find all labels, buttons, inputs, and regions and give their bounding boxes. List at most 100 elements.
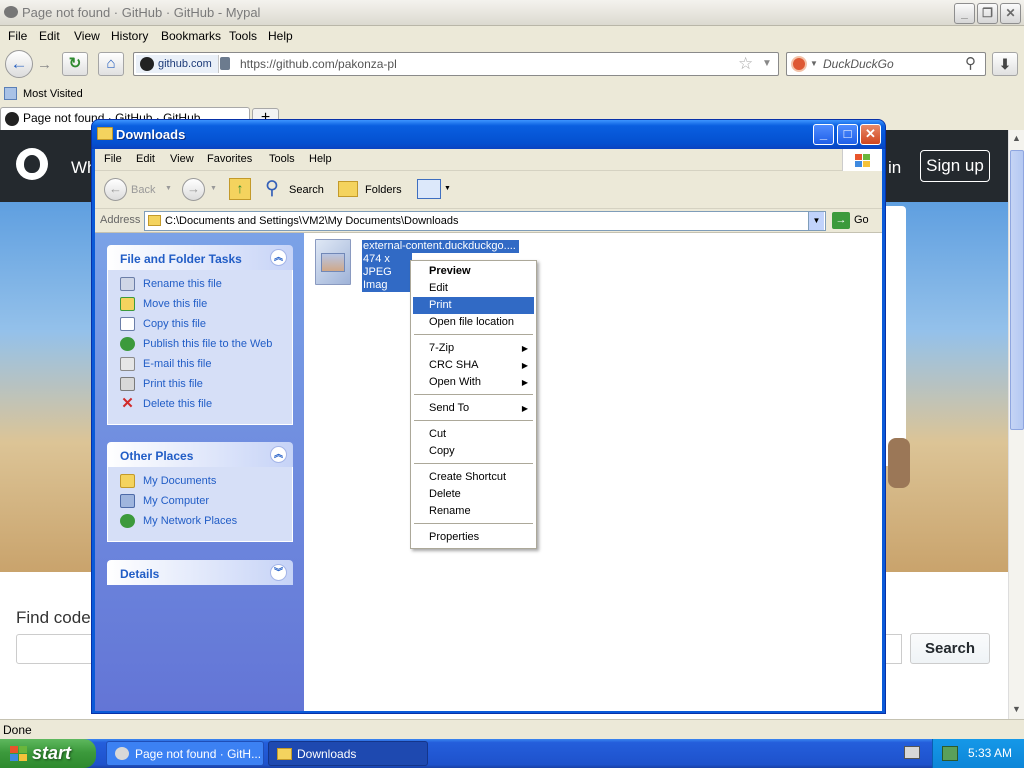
github-search-button[interactable]: Search (910, 633, 990, 664)
url-bar[interactable]: github.com https://github.com/pakonza-pl… (133, 52, 779, 76)
jpeg-file-icon[interactable] (315, 239, 351, 285)
most-visited-link[interactable]: Most Visited (23, 88, 83, 100)
file-folder-tasks-header[interactable]: File and Folder Tasks ︽ (107, 245, 293, 270)
browser-menubar: File Edit View History Bookmarks Tools H… (0, 26, 1024, 46)
explorer-titlebar[interactable]: Downloads _ □ ✕ (92, 120, 885, 149)
clock[interactable]: 5:33 AM (968, 746, 1012, 760)
reload-icon[interactable]: ↻ (62, 52, 88, 76)
explorer-menu-help[interactable]: Help (309, 153, 332, 165)
menu-item-send-to[interactable]: Send To ▶ (413, 400, 534, 417)
publish-file-link[interactable]: Publish this file to the Web (120, 336, 292, 356)
search-engine-dropdown-icon[interactable]: ▼ (810, 59, 818, 68)
forward-arrow-icon[interactable]: → (37, 56, 52, 73)
back-icon[interactable]: ← (104, 178, 127, 201)
rename-file-link[interactable]: Rename this file (120, 276, 292, 296)
keyboard-tray-icon[interactable] (904, 746, 920, 759)
email-file-link[interactable]: E-mail this file (120, 356, 292, 376)
menu-item-preview[interactable]: Preview (413, 263, 534, 280)
menu-tools[interactable]: Tools (229, 29, 257, 43)
folders-button-label[interactable]: Folders (365, 184, 402, 196)
my-computer-link[interactable]: My Computer (120, 493, 292, 513)
address-dropdown-icon[interactable]: ▼ (808, 212, 824, 230)
expand-chevron-icon[interactable]: ︾ (270, 564, 287, 581)
other-places-header[interactable]: Other Places ︽ (107, 442, 293, 467)
menu-item-crc-sha[interactable]: CRC SHA ▶ (413, 357, 534, 374)
menu-file[interactable]: File (8, 29, 27, 43)
bookmark-star-icon[interactable]: ☆ (738, 54, 753, 74)
scroll-up-icon[interactable]: ▲ (1012, 133, 1021, 143)
github-logo-icon[interactable] (16, 148, 48, 180)
find-code-input[interactable] (16, 634, 96, 664)
go-button-label[interactable]: Go (854, 214, 869, 226)
search-button-label[interactable]: Search (289, 184, 324, 196)
scroll-thumb[interactable] (1010, 150, 1024, 430)
explorer-close-button[interactable]: ✕ (860, 124, 881, 145)
up-folder-icon[interactable]: ↑ (229, 178, 251, 200)
menu-item-create-shortcut[interactable]: Create Shortcut (413, 469, 534, 486)
copy-file-link[interactable]: Copy this file (120, 316, 292, 336)
menu-item-rename[interactable]: Rename (413, 503, 534, 520)
scroll-down-icon[interactable]: ▼ (1012, 704, 1021, 714)
close-button[interactable]: ✕ (1000, 3, 1021, 24)
views-dropdown-icon[interactable]: ▼ (444, 185, 451, 192)
menu-history[interactable]: History (111, 29, 148, 43)
delete-file-link[interactable]: ✕ Delete this file (120, 396, 292, 416)
menu-help[interactable]: Help (268, 29, 293, 43)
forward-dropdown-icon[interactable]: ▼ (210, 185, 217, 192)
dropdown-arrow-icon[interactable]: ▼ (762, 58, 772, 69)
explorer-menu-favorites[interactable]: Favorites (207, 153, 252, 165)
menu-bookmarks[interactable]: Bookmarks (161, 29, 221, 43)
explorer-maximize-button[interactable]: □ (837, 124, 858, 145)
menu-item-cut[interactable]: Cut (413, 426, 534, 443)
menu-item-delete[interactable]: Delete (413, 486, 534, 503)
print-file-link[interactable]: Print this file (120, 376, 292, 396)
my-network-places-link[interactable]: My Network Places (120, 513, 292, 533)
my-documents-link[interactable]: My Documents (120, 473, 292, 493)
back-button-label[interactable]: Back (131, 184, 155, 196)
menu-item-copy[interactable]: Copy (413, 443, 534, 460)
site-identity[interactable]: github.com (136, 55, 219, 73)
start-button[interactable]: start (0, 739, 96, 768)
forward-icon[interactable]: → (182, 178, 205, 201)
page-scrollbar[interactable]: ▲ ▼ (1008, 130, 1024, 719)
go-arrow-icon[interactable]: → (832, 212, 850, 229)
home-icon[interactable]: ⌂ (98, 52, 124, 76)
back-dropdown-icon[interactable]: ▼ (165, 185, 172, 192)
download-icon[interactable]: ⬇ (992, 52, 1018, 76)
taskbar-item-downloads[interactable]: Downloads (268, 741, 428, 766)
minimize-button[interactable]: _ (954, 3, 975, 24)
magnifier-icon[interactable]: ⚲ (965, 54, 976, 72)
folders-icon[interactable] (338, 181, 358, 197)
menu-item-7zip[interactable]: 7-Zip ▶ (413, 340, 534, 357)
details-header[interactable]: Details ︾ (107, 560, 293, 585)
menu-item-edit[interactable]: Edit (413, 280, 534, 297)
restore-button[interactable]: ❐ (977, 3, 998, 24)
back-arrow-icon[interactable]: ← (5, 50, 33, 78)
sign-in-link[interactable]: in (888, 158, 901, 178)
address-input[interactable]: C:\Documents and Settings\VM2\My Documen… (144, 211, 826, 231)
views-icon[interactable] (417, 179, 441, 199)
explorer-menu-edit[interactable]: Edit (136, 153, 155, 165)
taskbar-item-browser[interactable]: Page not found · GitH... (106, 741, 264, 766)
menu-item-open-file-location[interactable]: Open file location (413, 314, 534, 331)
file-name[interactable]: external-content.duckduckgo.... (362, 240, 519, 253)
windows-logo-icon (842, 149, 882, 171)
explorer-minimize-button[interactable]: _ (813, 124, 834, 145)
search-input[interactable]: DuckDuckGo (823, 57, 894, 71)
network-tray-icon[interactable] (942, 746, 958, 761)
move-file-link[interactable]: Move this file (120, 296, 292, 316)
collapse-chevron-icon[interactable]: ︽ (270, 446, 287, 463)
sign-up-button[interactable]: Sign up (920, 150, 990, 182)
duckduckgo-icon[interactable] (791, 56, 807, 72)
menu-item-properties[interactable]: Properties (413, 529, 534, 546)
menu-item-print[interactable]: Print (413, 297, 534, 314)
menu-view[interactable]: View (74, 29, 100, 43)
explorer-menu-tools[interactable]: Tools (269, 153, 295, 165)
menu-item-open-with[interactable]: Open With ▶ (413, 374, 534, 391)
explorer-menu-view[interactable]: View (170, 153, 194, 165)
search-bar[interactable]: ▼ DuckDuckGo ⚲ (786, 52, 986, 76)
collapse-chevron-icon[interactable]: ︽ (270, 249, 287, 266)
menu-edit[interactable]: Edit (39, 29, 60, 43)
explorer-menu-file[interactable]: File (104, 153, 122, 165)
search-icon[interactable]: ⚲ (265, 177, 279, 200)
